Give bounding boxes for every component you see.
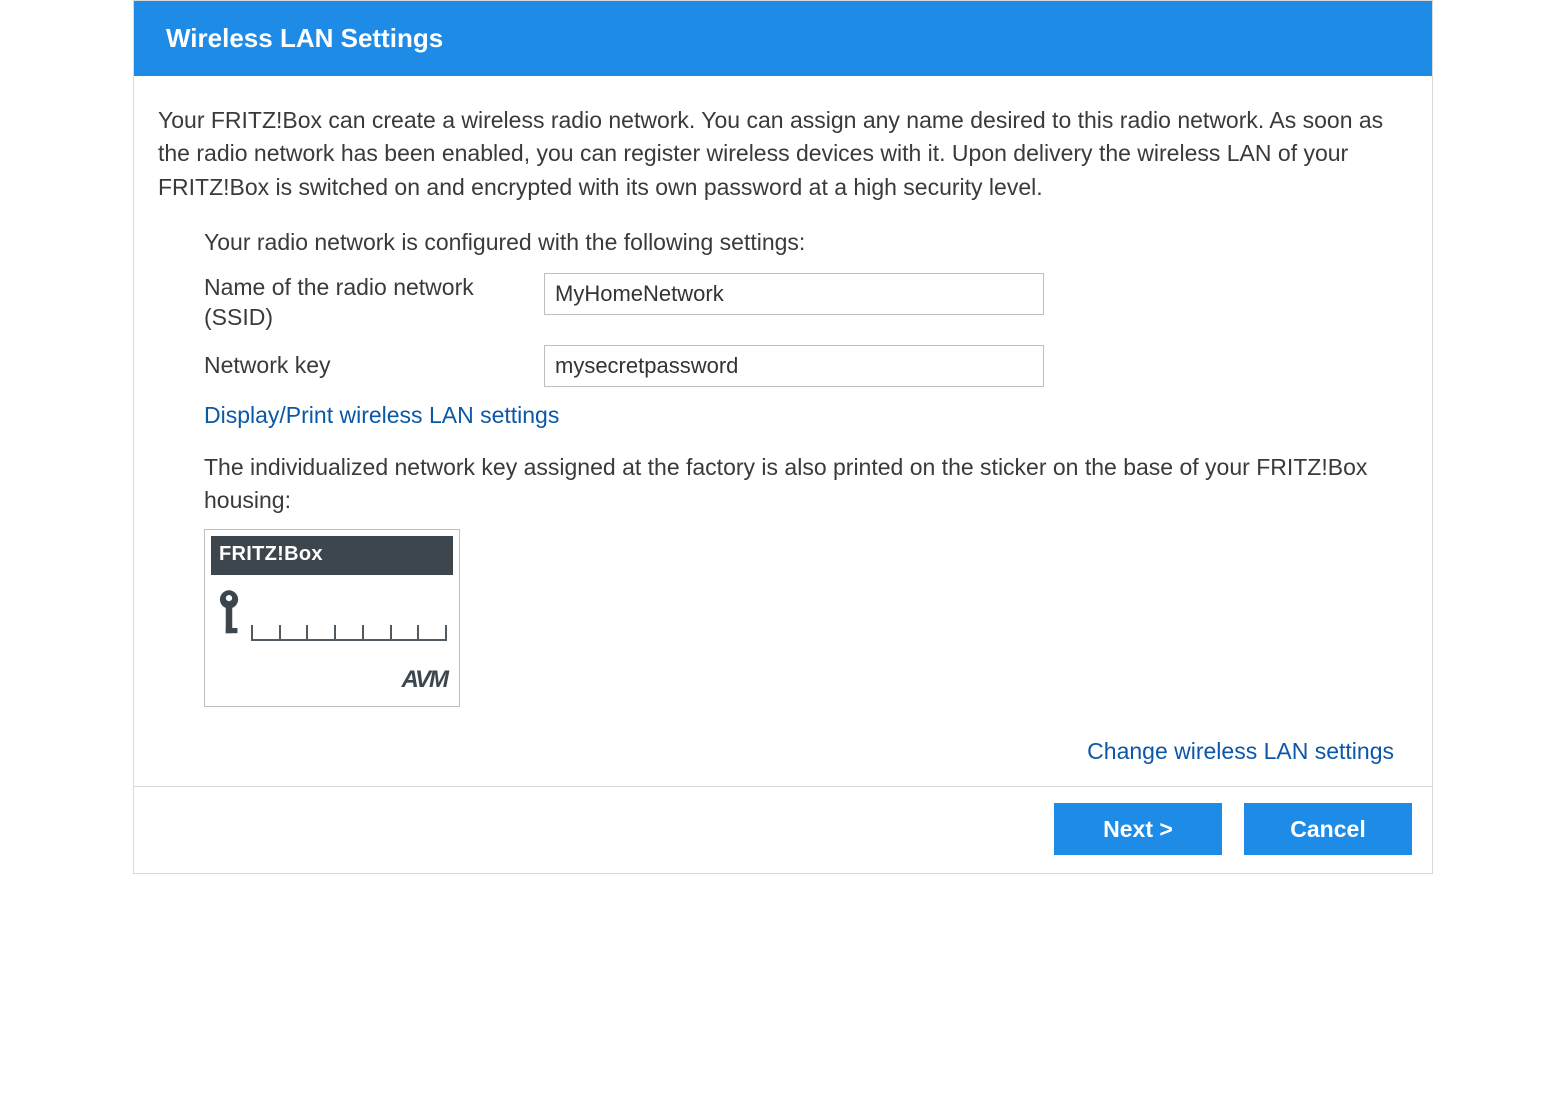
- wireless-lan-settings-panel: Wireless LAN Settings Your FRITZ!Box can…: [133, 0, 1433, 874]
- panel-title: Wireless LAN Settings: [166, 23, 443, 53]
- key-icon: [215, 589, 243, 641]
- sticker-mid: [211, 575, 453, 645]
- network-key-input[interactable]: [544, 345, 1044, 387]
- ruler-icon: [251, 611, 447, 641]
- network-key-row: Network key: [204, 345, 1398, 387]
- network-key-label: Network key: [204, 351, 544, 381]
- cancel-button[interactable]: Cancel: [1244, 803, 1412, 855]
- config-heading: Your radio network is configured with th…: [204, 226, 1398, 259]
- sticker-note: The individualized network key assigned …: [204, 451, 1398, 518]
- ssid-row: Name of the radio network (SSID): [204, 273, 1398, 333]
- change-settings-link[interactable]: Change wireless LAN settings: [1087, 735, 1394, 768]
- sticker-illustration: FRITZ!Box AVM: [204, 529, 460, 707]
- sticker-title: FRITZ!Box: [211, 536, 453, 575]
- panel-body: Your FRITZ!Box can create a wireless rad…: [134, 76, 1432, 786]
- sticker-logo-row: AVM: [211, 645, 453, 700]
- intro-text: Your FRITZ!Box can create a wireless rad…: [158, 104, 1408, 204]
- panel-header: Wireless LAN Settings: [134, 1, 1432, 76]
- ssid-label: Name of the radio network (SSID): [204, 273, 544, 333]
- settings-section: Your radio network is configured with th…: [158, 226, 1408, 768]
- panel-footer: Next > Cancel: [134, 786, 1432, 873]
- display-print-link[interactable]: Display/Print wireless LAN settings: [204, 399, 559, 432]
- ssid-input[interactable]: [544, 273, 1044, 315]
- avm-logo-icon: AVM: [401, 666, 447, 693]
- next-button[interactable]: Next >: [1054, 803, 1222, 855]
